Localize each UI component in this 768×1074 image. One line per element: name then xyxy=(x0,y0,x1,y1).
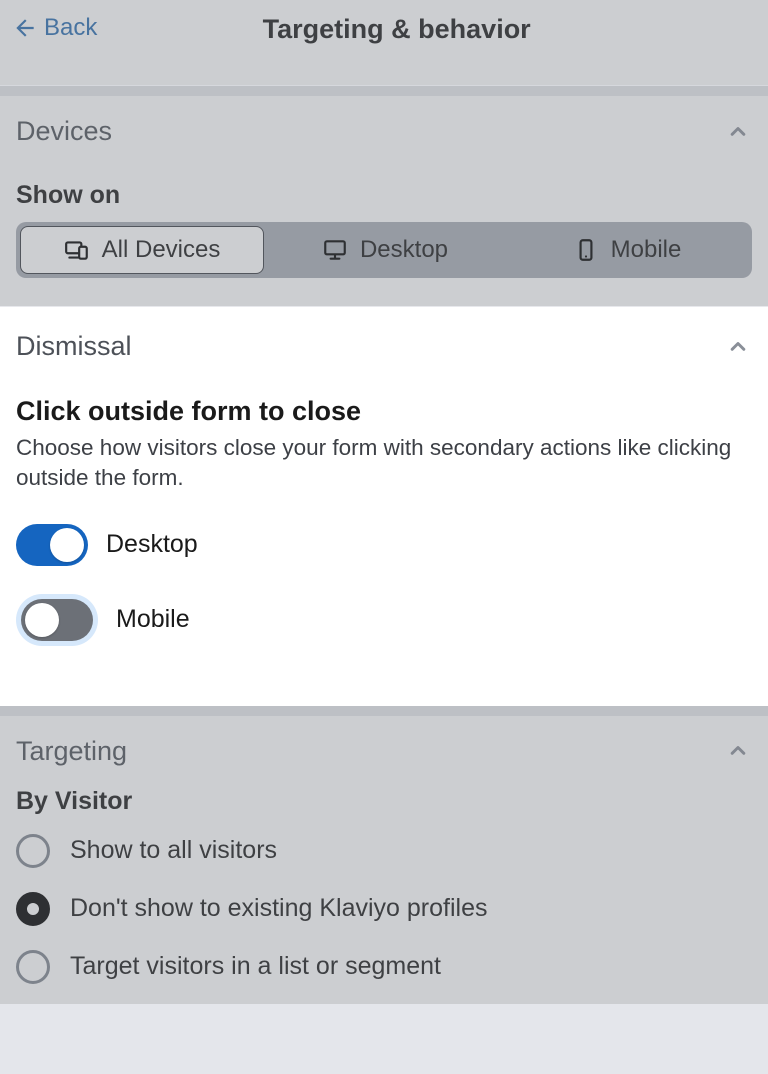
toggle-knob xyxy=(50,528,84,562)
chevron-up-icon xyxy=(724,737,752,765)
arrow-left-icon xyxy=(12,15,38,41)
mobile-toggle-focus-ring xyxy=(16,594,98,646)
visitor-option-list-segment[interactable]: Target visitors in a list or segment xyxy=(16,950,752,984)
divider xyxy=(0,706,768,716)
visitor-option-exclude-label: Don't show to existing Klaviyo profiles xyxy=(70,894,487,923)
visitor-option-all[interactable]: Show to all visitors xyxy=(16,834,752,868)
by-visitor-label: By Visitor xyxy=(16,787,752,816)
radio-selected-icon xyxy=(16,892,50,926)
device-segmented-control: All Devices Desktop Mobile xyxy=(16,222,752,278)
divider xyxy=(0,86,768,96)
device-option-mobile-label: Mobile xyxy=(611,236,682,264)
mobile-icon xyxy=(573,237,599,263)
targeting-section: Targeting By Visitor Show to all visitor… xyxy=(0,716,768,1004)
chevron-up-icon xyxy=(724,118,752,146)
dismissal-section: Dismissal Click outside form to close Ch… xyxy=(0,306,768,706)
devices-section-header[interactable]: Devices xyxy=(16,116,752,147)
device-option-desktop-label: Desktop xyxy=(360,236,448,264)
dismissal-section-title: Dismissal xyxy=(16,331,132,362)
click-outside-helper: Choose how visitors close your form with… xyxy=(16,433,752,494)
toggle-knob xyxy=(25,603,59,637)
device-option-desktop[interactable]: Desktop xyxy=(264,226,506,274)
visitor-option-exclude-existing[interactable]: Don't show to existing Klaviyo profiles xyxy=(16,892,752,926)
mobile-toggle[interactable] xyxy=(21,599,93,641)
devices-icon xyxy=(64,237,90,263)
mobile-toggle-label: Mobile xyxy=(116,605,190,634)
chevron-up-icon xyxy=(724,333,752,361)
desktop-icon xyxy=(322,237,348,263)
device-option-all-label: All Devices xyxy=(102,236,221,264)
radio-unselected-icon xyxy=(16,950,50,984)
desktop-toggle-row: Desktop xyxy=(16,524,752,566)
click-outside-heading: Click outside form to close xyxy=(16,396,752,427)
targeting-section-title: Targeting xyxy=(16,736,127,767)
devices-section: Devices Show on All Devices Desktop xyxy=(0,96,768,306)
desktop-toggle-label: Desktop xyxy=(106,530,198,559)
page-title: Targeting & behavior xyxy=(37,10,756,45)
visitor-option-list-segment-label: Target visitors in a list or segment xyxy=(70,952,441,981)
show-on-label: Show on xyxy=(16,181,752,210)
radio-unselected-icon xyxy=(16,834,50,868)
desktop-toggle[interactable] xyxy=(16,524,88,566)
page-header: Back Targeting & behavior xyxy=(0,0,768,86)
device-option-all[interactable]: All Devices xyxy=(20,226,264,274)
device-option-mobile[interactable]: Mobile xyxy=(506,226,748,274)
visitor-option-all-label: Show to all visitors xyxy=(70,836,277,865)
dismissal-section-header[interactable]: Dismissal xyxy=(16,331,752,362)
targeting-section-header[interactable]: Targeting xyxy=(16,736,752,767)
devices-section-title: Devices xyxy=(16,116,112,147)
mobile-toggle-row: Mobile xyxy=(16,594,752,646)
